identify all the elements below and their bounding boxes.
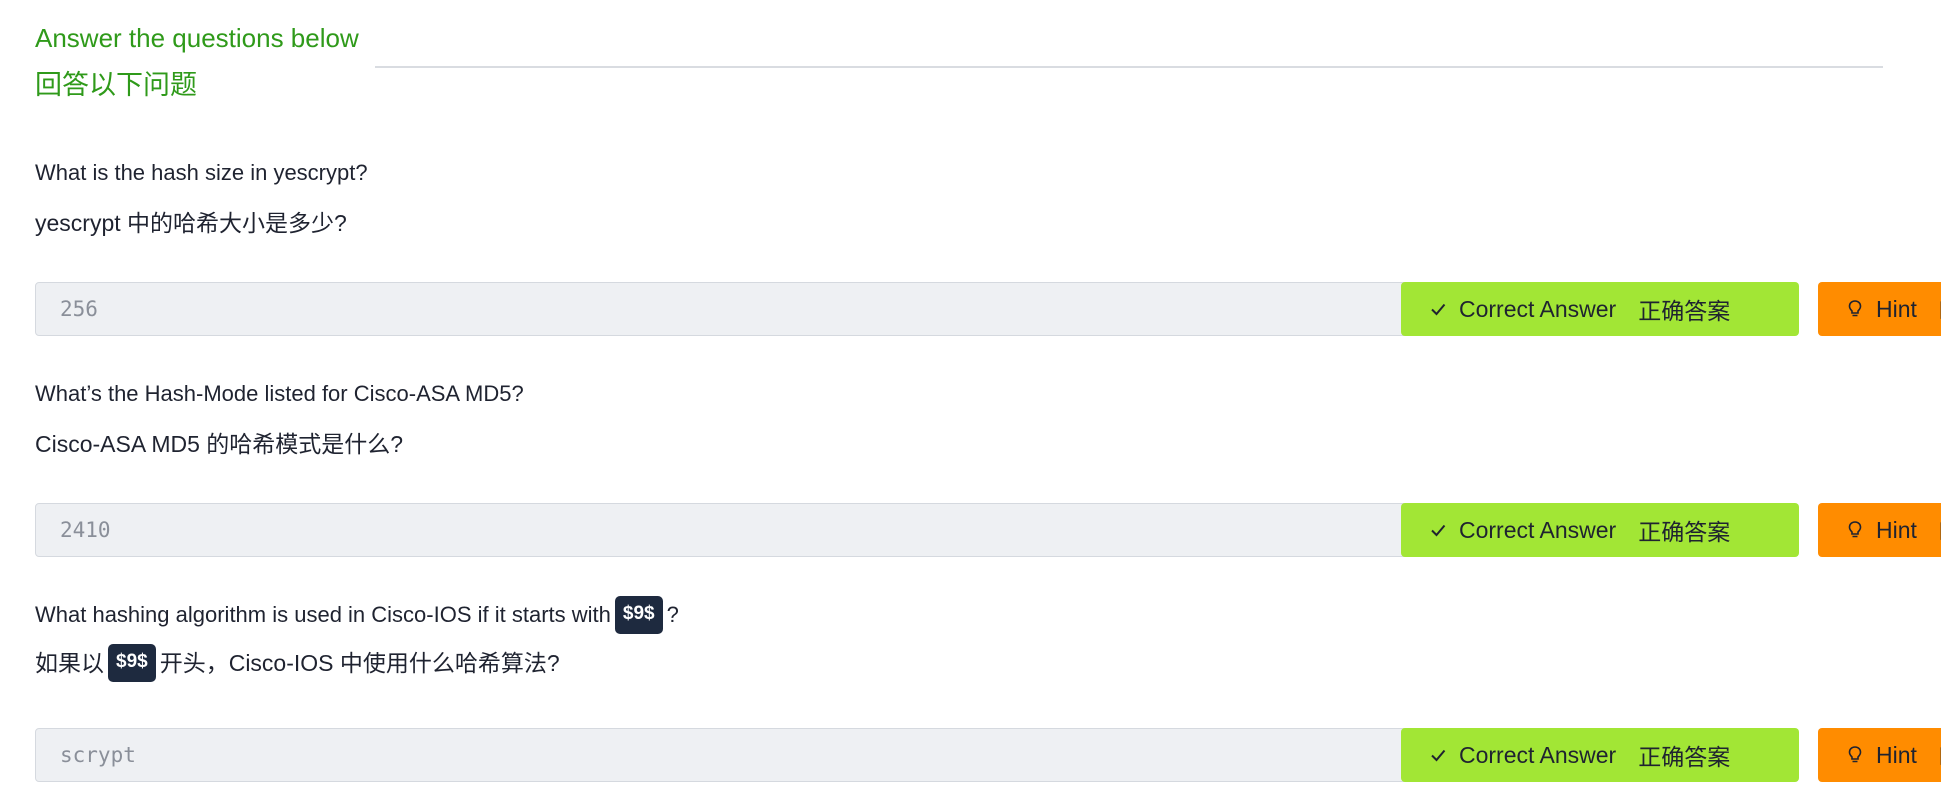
lightbulb-icon xyxy=(1844,519,1866,541)
question-3-text-zh: 如果以 $9$ 开头，Cisco-IOS 中使用什么哈希算法? xyxy=(35,644,1941,682)
question-3: What hashing algorithm is used in Cisco-… xyxy=(35,596,1941,782)
question-2-text-zh: Cisco-ASA MD5 的哈希模式是什么? xyxy=(35,431,404,457)
hint-button-2[interactable]: Hint 暗 xyxy=(1818,503,1941,557)
question-2-text-en: What’s the Hash-Mode listed for Cisco-AS… xyxy=(35,381,524,406)
answer-input-1[interactable]: 256 xyxy=(35,282,1455,336)
question-3-text-zh-after: 开头，Cisco-IOS 中使用什么哈希算法? xyxy=(159,650,560,676)
hint-button-1[interactable]: Hint 暗 xyxy=(1818,282,1941,336)
question-1-text-en: What is the hash size in yescrypt? xyxy=(35,160,368,185)
check-icon xyxy=(1427,298,1449,320)
section-title-en: Answer the questions below xyxy=(35,23,359,53)
check-icon xyxy=(1427,519,1449,541)
answer-row-1: 256 Correct Answer 正确答案 Hint 暗 xyxy=(35,282,1941,336)
check-icon xyxy=(1427,744,1449,766)
code-snippet: $9$ xyxy=(614,596,663,634)
correct-answer-label-zh: 正确答案 xyxy=(1638,298,1731,324)
section-header: Answer the questions below 回答以下问题 xyxy=(35,20,359,104)
question-1-text-zh: yescrypt 中的哈希大小是多少? xyxy=(35,210,347,236)
answer-row-2: 2410 Correct Answer 正确答案 Hint 暗 xyxy=(35,503,1941,557)
section-title-zh: 回答以下问题 xyxy=(35,70,197,100)
correct-answer-label-en: Correct Answer xyxy=(1459,295,1617,322)
correct-answer-button-3[interactable]: Correct Answer 正确答案 xyxy=(1401,728,1799,782)
code-snippet: $9$ xyxy=(108,644,156,682)
page: Answer the questions below 回答以下问题 What i… xyxy=(0,0,1941,795)
hint-button-3[interactable]: Hint 暗 xyxy=(1818,728,1941,782)
question-1: What is the hash size in yescrypt? yescr… xyxy=(35,156,1941,336)
correct-answer-label-en: Correct Answer xyxy=(1459,741,1617,768)
question-3-text-en-before: What hashing algorithm is used in Cisco-… xyxy=(35,602,611,627)
question-2: What’s the Hash-Mode listed for Cisco-AS… xyxy=(35,377,1941,557)
correct-answer-button-2[interactable]: Correct Answer 正确答案 xyxy=(1401,503,1799,557)
answer-input-3[interactable]: scrypt xyxy=(35,728,1455,782)
lightbulb-icon xyxy=(1844,744,1866,766)
correct-answer-label-zh: 正确答案 xyxy=(1638,519,1731,545)
correct-answer-label-en: Correct Answer xyxy=(1459,516,1617,543)
answer-row-3: scrypt Correct Answer 正确答案 Hint 暗 xyxy=(35,728,1941,782)
question-3-text-zh-before: 如果以 xyxy=(35,650,104,676)
lightbulb-icon xyxy=(1844,298,1866,320)
question-3-text-en-after: ? xyxy=(666,602,679,627)
correct-answer-button-1[interactable]: Correct Answer 正确答案 xyxy=(1401,282,1799,336)
hint-label-en: Hint xyxy=(1876,516,1917,543)
question-3-text-en: What hashing algorithm is used in Cisco-… xyxy=(35,596,1941,634)
answer-input-2[interactable]: 2410 xyxy=(35,503,1455,557)
header-divider xyxy=(375,66,1883,68)
correct-answer-label-zh: 正确答案 xyxy=(1638,744,1731,770)
hint-label-en: Hint xyxy=(1876,295,1917,322)
hint-label-en: Hint xyxy=(1876,741,1917,768)
